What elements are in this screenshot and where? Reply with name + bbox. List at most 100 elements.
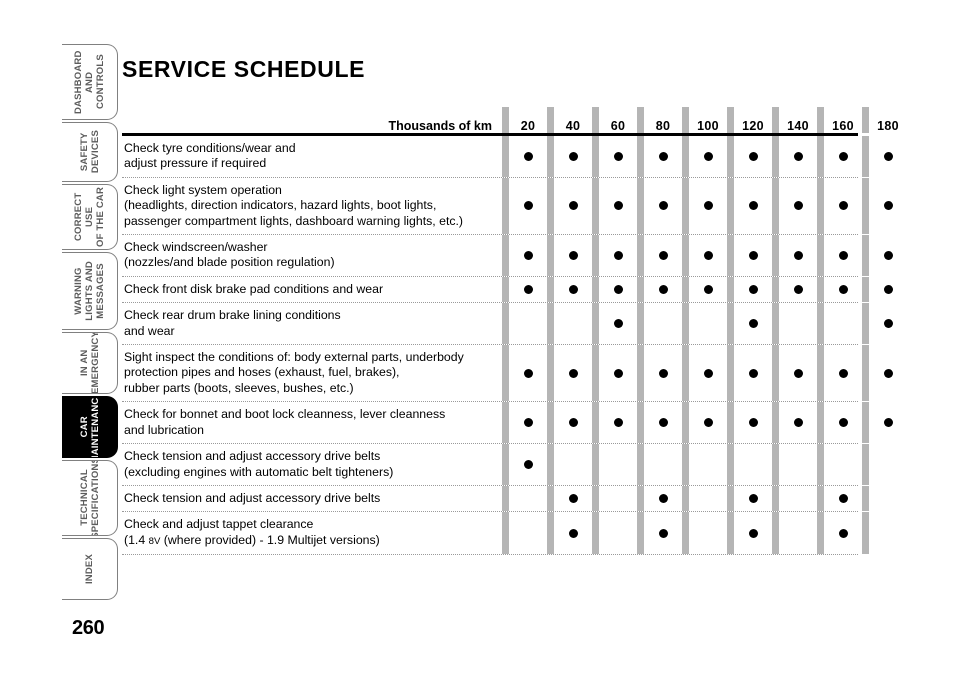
column-separator: [637, 303, 644, 345]
sidebar-tab-in-an-emergency[interactable]: IN AN EMERGENCY: [62, 332, 118, 394]
service-dot-icon: [748, 319, 758, 329]
sidebar-tab-label: CORRECT USE OF THE CAR: [73, 186, 106, 248]
empty-cell: [614, 460, 623, 469]
empty-cell: [794, 494, 803, 503]
column-separator: [637, 177, 644, 235]
column-separator: [592, 444, 599, 485]
column-separator: [592, 345, 599, 402]
interval-cell-40k: [554, 136, 592, 177]
description-line: Check for bonnet and boot lock cleanness…: [124, 407, 446, 422]
column-separator: [682, 512, 689, 555]
service-dot-icon: [883, 201, 893, 211]
service-dot-icon: [793, 285, 803, 295]
interval-cell-160k: [824, 402, 862, 443]
empty-cell: [704, 319, 713, 328]
service-dot-icon: [523, 285, 533, 295]
interval-cell-40k: [554, 512, 592, 554]
column-separator: [547, 303, 554, 345]
service-dot-icon: [568, 368, 578, 378]
interval-cell-40k: [554, 277, 592, 302]
empty-cell: [524, 529, 533, 538]
empty-cell: [749, 460, 758, 469]
column-header-60k: 60: [610, 119, 626, 133]
column-separator: [592, 485, 599, 512]
sidebar-tab-technical-specifications[interactable]: TECHNICAL SPECIFICATIONS: [62, 460, 118, 536]
service-dot-icon: [613, 319, 623, 329]
sidebar-tab-safety-devices[interactable]: SAFETY DEVICES: [62, 122, 118, 182]
interval-cell-120k: [734, 486, 772, 511]
description-line: Check tension and adjust accessory drive…: [124, 449, 381, 464]
column-separator: [502, 235, 509, 276]
service-dot-icon: [523, 151, 533, 161]
interval-cell-160k: [824, 345, 862, 401]
interval-cell-120k: [734, 235, 772, 276]
interval-cell-140k: [779, 136, 817, 177]
description-line: and lubrication: [124, 422, 204, 437]
service-dot-icon: [703, 151, 713, 161]
service-dot-icon: [658, 528, 668, 538]
service-dot-icon: [883, 151, 893, 161]
table-row: Check windscreen/washer (nozzles/and blad…: [122, 235, 893, 277]
service-dot-icon: [748, 285, 758, 295]
service-dot-icon: [838, 528, 848, 538]
sidebar-tab-car-maintenance[interactable]: CAR MAINTENANCE: [62, 396, 118, 458]
empty-cell: [614, 529, 623, 538]
empty-cell: [884, 460, 893, 469]
sidebar-tab-label: SAFETY DEVICES: [78, 130, 101, 174]
interval-cell-140k: [779, 178, 817, 234]
service-dot-icon: [748, 250, 758, 260]
column-separator: [817, 402, 824, 444]
page-number: 260: [72, 617, 105, 639]
interval-cell-100k: [689, 402, 727, 443]
empty-cell: [794, 460, 803, 469]
sidebar-tab-index[interactable]: INDEX: [62, 538, 118, 600]
service-dot-icon: [568, 494, 578, 504]
operation-description: Check tension and adjust accessory drive…: [122, 444, 502, 485]
column-separator: [682, 177, 689, 235]
sidebar-tab-warning-lights-and-messages[interactable]: WARNING LIGHTS AND MESSAGES: [62, 252, 118, 330]
column-separator: [862, 303, 869, 345]
column-separator: [817, 177, 824, 235]
service-dot-icon: [748, 151, 758, 161]
empty-cell: [794, 319, 803, 328]
service-dot-icon: [568, 285, 578, 295]
table-row: Check front disk brake pad conditions an…: [122, 276, 893, 304]
service-dot-icon: [748, 418, 758, 428]
column-separator: [727, 136, 734, 177]
column-separator: [772, 303, 779, 345]
service-dot-icon: [748, 368, 758, 378]
column-separator: [772, 402, 779, 444]
column-separator: [862, 402, 869, 444]
service-dot-icon: [838, 368, 848, 378]
table-row: Check light system operation (headlights,…: [122, 177, 893, 236]
column-separator: [817, 444, 824, 485]
empty-cell: [524, 494, 533, 503]
service-dot-icon: [658, 418, 668, 428]
interval-cell-80k: [644, 402, 682, 443]
column-separator: [502, 276, 509, 303]
interval-cell-80k: [644, 235, 682, 276]
sidebar-tab-label: IN AN EMERGENCY: [78, 332, 101, 394]
column-separator: [772, 345, 779, 402]
service-dot-icon: [838, 494, 848, 504]
service-dot-icon: [658, 368, 668, 378]
page-content: SERVICE SCHEDULE Thousands of km 20 40 60 80…: [122, 56, 899, 556]
interval-cell-140k: [779, 345, 817, 401]
column-separator: [772, 136, 779, 177]
description-line: Check windscreen/washer: [124, 240, 268, 255]
interval-cell-60k: [599, 444, 637, 485]
description-line: Check light system operation: [124, 182, 282, 197]
interval-cell-160k: [824, 277, 862, 302]
service-dot-icon: [793, 201, 803, 211]
interval-cell-20k: [509, 444, 547, 485]
interval-cell-80k: [644, 486, 682, 511]
sidebar-tab-dashboard-and-controls[interactable]: DASHBOARD AND CONTROLS: [62, 44, 118, 120]
service-dot-icon: [658, 201, 668, 211]
interval-cell-160k: [824, 303, 862, 344]
sidebar-tab-correct-use-of-the-car[interactable]: CORRECT USE OF THE CAR: [62, 184, 118, 250]
column-separator: [547, 444, 554, 485]
operation-description: Check tension and adjust accessory drive…: [122, 486, 502, 511]
service-dot-icon: [658, 285, 668, 295]
column-separator: [682, 303, 689, 345]
interval-cell-140k: [779, 277, 817, 302]
